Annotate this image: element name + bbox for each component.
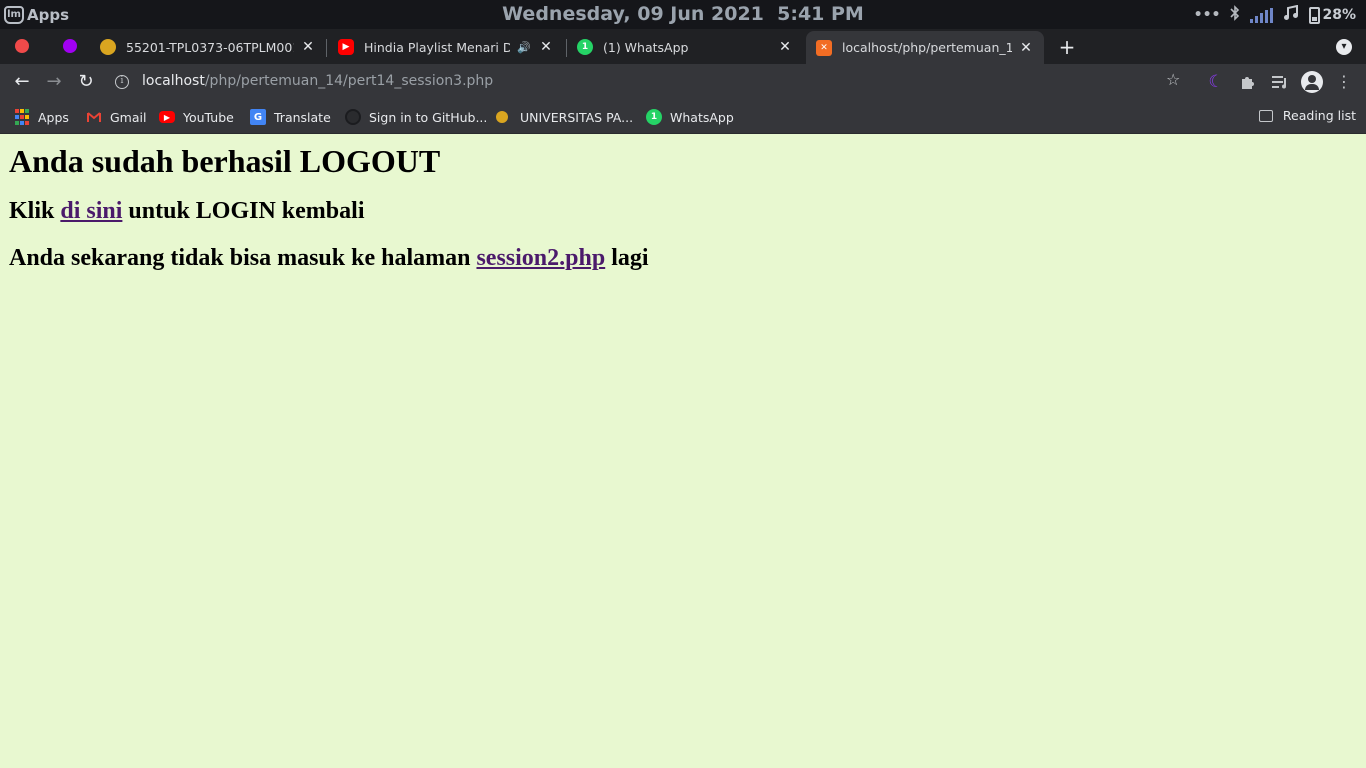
whatsapp-icon: 1: [577, 39, 593, 55]
url-host: localhost: [142, 73, 205, 89]
battery-indicator[interactable]: 28%: [1309, 6, 1356, 24]
extensions-puzzle-icon[interactable]: [1238, 72, 1258, 92]
bookmark-universitas[interactable]: UNIVERSITAS PA...: [496, 108, 633, 126]
line2-prefix: Anda sekarang tidak bisa masuk ke halama…: [9, 245, 477, 271]
gmail-icon: [86, 109, 102, 125]
url-path: /php/pertemuan_14/pert14_session3.php: [204, 73, 494, 89]
bookmark-label: UNIVERSITAS PA...: [520, 109, 634, 125]
pinned-tab-purple-icon[interactable]: [63, 39, 77, 53]
page-content: Anda sudah berhasil LOGOUT Klik di sini …: [0, 134, 1366, 768]
bookmark-youtube[interactable]: ▶ YouTube: [159, 108, 234, 126]
tab-title: localhost/php/pertemuan_14/: [842, 40, 1012, 55]
bookmark-label: Gmail: [110, 109, 147, 125]
tab-youtube-playlist[interactable]: ▶ Hindia Playlist Menari Dengan 🔊 ✕: [328, 31, 564, 63]
apps-grid-icon: [14, 109, 30, 125]
google-translate-icon: G: [250, 109, 266, 125]
close-icon[interactable]: ✕: [538, 39, 554, 55]
reading-list-label: Reading list: [1282, 108, 1356, 123]
login-again-line: Klik di sini untuk LOGIN kembali: [9, 197, 1357, 226]
bookmark-label: Translate: [274, 109, 331, 125]
university-icon: [100, 39, 116, 55]
battery-icon: [1309, 6, 1321, 24]
close-icon[interactable]: ✕: [300, 39, 316, 55]
menu-kebab-icon[interactable]: ⋮: [1334, 72, 1354, 92]
back-arrow-icon[interactable]: ←: [12, 72, 32, 92]
reading-list-button[interactable]: Reading list: [1258, 108, 1356, 123]
youtube-icon: ▶: [159, 111, 175, 123]
new-tab-plus-icon[interactable]: +: [1056, 37, 1078, 59]
site-info-icon[interactable]: i: [115, 75, 129, 89]
url-text[interactable]: localhost/php/pertemuan_14/pert14_sessio…: [142, 73, 493, 89]
session2-link[interactable]: session2.php: [476, 245, 605, 271]
tab-title: Hindia Playlist Menari Dengan: [364, 39, 510, 55]
bookmarks-bar: Apps Gmail ▶ YouTube G Translate Sign in…: [0, 100, 1366, 134]
github-icon: [345, 109, 361, 125]
line1-suffix: untuk LOGIN kembali: [122, 198, 365, 224]
close-icon[interactable]: ✕: [1018, 40, 1034, 56]
dark-mode-moon-icon[interactable]: ☾: [1206, 72, 1226, 92]
bookmark-gmail[interactable]: Gmail: [86, 108, 146, 126]
reload-icon[interactable]: ↻: [76, 72, 96, 92]
network-signal-icon[interactable]: [1250, 7, 1274, 23]
pinned-tab-red-icon[interactable]: [15, 39, 29, 53]
os-top-panel: lm Apps Wednesday, 09 Jun 2021 5:41 PM •…: [0, 0, 1366, 29]
tab-whatsapp[interactable]: 1 (1) WhatsApp ✕: [567, 31, 803, 63]
line2-suffix: lagi: [605, 245, 649, 271]
address-bar[interactable]: i localhost/php/pertemuan_14/pert14_sess…: [108, 67, 1198, 97]
line1-prefix: Klik: [9, 198, 61, 224]
bookmark-whatsapp[interactable]: 1 WhatsApp: [646, 108, 734, 126]
tab-title: (1) WhatsApp: [603, 39, 689, 55]
tab-title: 55201-TPL0373-06TPLM001-20: [126, 39, 294, 55]
login-link[interactable]: di sini: [60, 198, 122, 224]
music-note-icon[interactable]: [1283, 4, 1299, 25]
logout-heading: Anda sudah berhasil LOGOUT: [9, 143, 441, 179]
bookmark-label: Apps: [38, 109, 69, 125]
media-queue-icon[interactable]: [1270, 72, 1290, 92]
system-tray: ••• 28%: [1194, 4, 1356, 25]
tab-search-chevron-icon[interactable]: ▾: [1336, 39, 1352, 55]
bookmark-apps[interactable]: Apps: [14, 108, 69, 126]
forward-arrow-icon[interactable]: →: [44, 72, 64, 92]
xampp-icon: ✕: [816, 39, 832, 56]
bookmark-github[interactable]: Sign in to GitHub...: [345, 108, 487, 126]
bookmark-label: Sign in to GitHub...: [369, 109, 488, 125]
no-access-line: Anda sekarang tidak bisa masuk ke halama…: [9, 244, 1357, 273]
browser-toolbar: ← → ↻ i localhost/php/pertemuan_14/pert1…: [0, 64, 1366, 100]
university-icon: [496, 111, 508, 123]
close-icon[interactable]: ✕: [777, 39, 793, 55]
battery-percent: 28%: [1322, 7, 1356, 23]
bookmark-star-icon[interactable]: ☆: [1166, 70, 1180, 89]
tab-separator: [326, 39, 327, 57]
os-clock[interactable]: Wednesday, 09 Jun 2021 5:41 PM: [0, 3, 1366, 25]
bookmark-translate[interactable]: G Translate: [250, 108, 331, 126]
profile-avatar-icon[interactable]: [1301, 71, 1323, 93]
youtube-icon: ▶: [338, 39, 354, 55]
bluetooth-icon[interactable]: [1230, 5, 1240, 25]
tab-localhost-active[interactable]: ✕ localhost/php/pertemuan_14/ ✕: [806, 31, 1044, 64]
overflow-dots-icon[interactable]: •••: [1194, 7, 1221, 23]
whatsapp-icon: 1: [646, 109, 662, 125]
tab-university[interactable]: 55201-TPL0373-06TPLM001-20 ✕: [90, 31, 326, 63]
speaker-audio-icon[interactable]: 🔊: [516, 41, 532, 54]
bookmark-label: YouTube: [183, 109, 234, 125]
tab-strip: 55201-TPL0373-06TPLM001-20 ✕ ▶ Hindia Pl…: [0, 29, 1366, 64]
bookmark-label: WhatsApp: [670, 109, 734, 125]
reading-list-icon: [1258, 109, 1273, 122]
